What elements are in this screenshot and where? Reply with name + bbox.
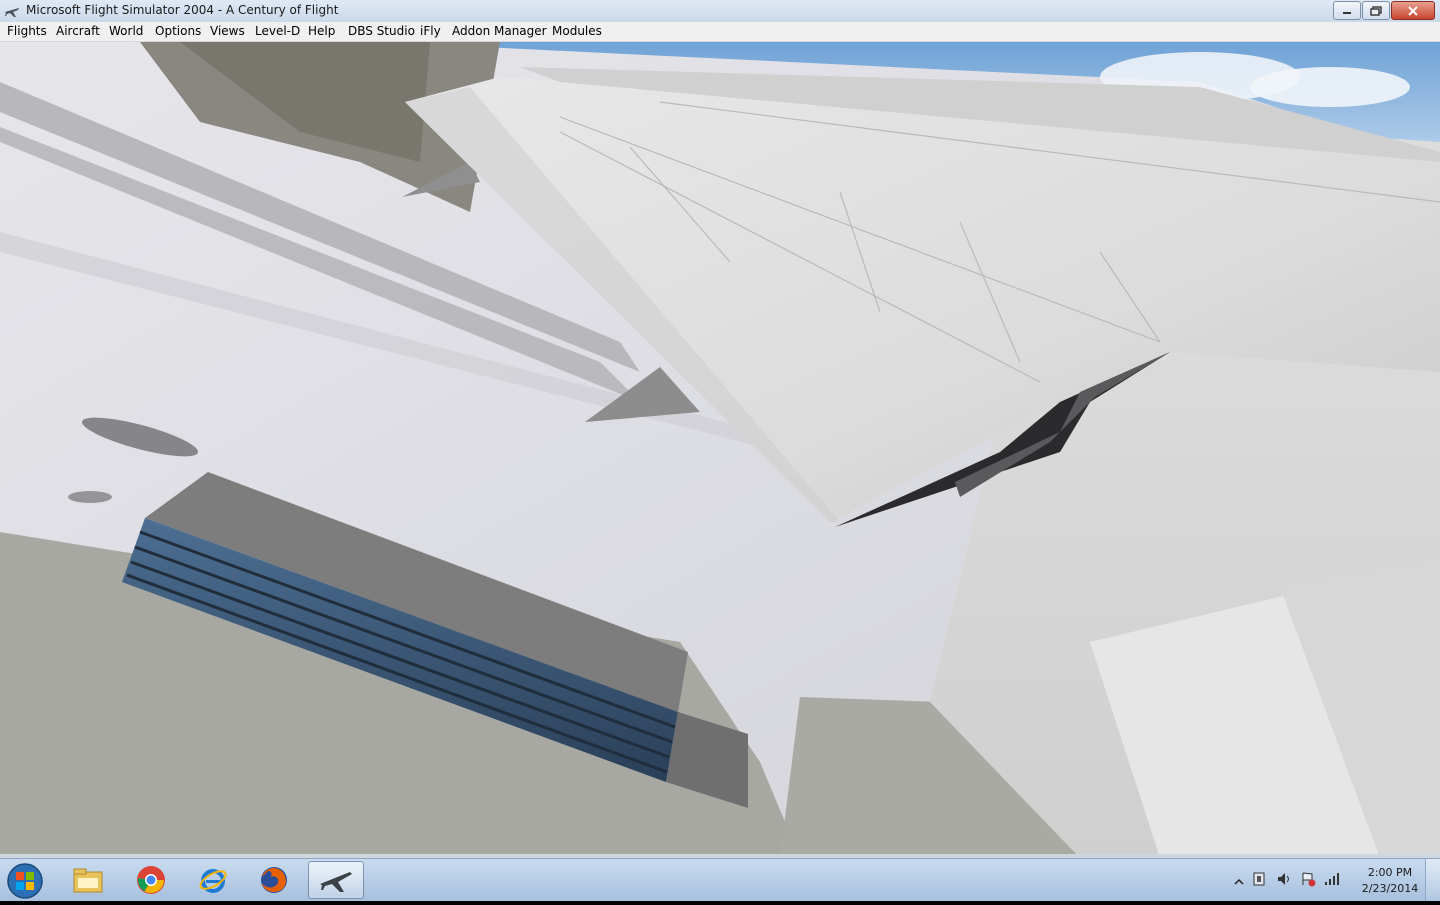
scene bbox=[0, 42, 1440, 858]
menu-ifly[interactable]: iFly bbox=[420, 24, 441, 38]
chrome-icon bbox=[137, 866, 165, 894]
flight-simulator-icon bbox=[320, 872, 352, 892]
device-tray-icon[interactable] bbox=[1252, 871, 1268, 891]
taskbar-firefox-button[interactable] bbox=[246, 861, 302, 899]
menu-help[interactable]: Help bbox=[308, 24, 335, 38]
menu-views[interactable]: Views bbox=[210, 24, 245, 38]
taskbar-flight-simulator-button[interactable] bbox=[308, 861, 364, 899]
restore-icon bbox=[1370, 5, 1382, 16]
volume-icon[interactable] bbox=[1276, 871, 1292, 891]
menu-dbs-studio[interactable]: DBS Studio bbox=[348, 24, 415, 38]
taskbar-chrome-button[interactable] bbox=[123, 861, 179, 899]
taskbar-explorer-button[interactable] bbox=[60, 861, 116, 899]
taskbar-ie-button[interactable] bbox=[185, 861, 241, 899]
system-clock[interactable]: 2:00 PM 2/23/2014 bbox=[1356, 865, 1424, 897]
taskbar: 2:00 PM 2/23/2014 bbox=[0, 858, 1440, 901]
windows-start-icon bbox=[7, 863, 43, 899]
airplane-app-icon bbox=[5, 8, 19, 17]
windows-explorer-icon bbox=[73, 868, 103, 893]
restore-button[interactable] bbox=[1362, 1, 1390, 20]
minimize-icon bbox=[1343, 11, 1351, 14]
internet-explorer-icon bbox=[199, 869, 227, 893]
menu-addon-manager[interactable]: Addon Manager bbox=[452, 24, 547, 38]
show-desktop-button[interactable] bbox=[1425, 859, 1440, 901]
system-tray bbox=[1234, 871, 1348, 891]
close-icon bbox=[1408, 5, 1418, 16]
menu-modules[interactable]: Modules bbox=[552, 24, 602, 38]
firefox-icon bbox=[261, 867, 287, 893]
menu-options[interactable]: Options bbox=[155, 24, 201, 38]
clock-time: 2:00 PM bbox=[1367, 866, 1413, 879]
show-hidden-icons-icon[interactable] bbox=[1234, 872, 1244, 891]
clock-date: 2/23/2014 bbox=[1361, 882, 1419, 895]
start-button[interactable] bbox=[5, 861, 45, 901]
menu-aircraft[interactable]: Aircraft bbox=[56, 24, 100, 38]
window-title: Microsoft Flight Simulator 2004 - A Cent… bbox=[26, 3, 339, 17]
close-button[interactable] bbox=[1391, 1, 1435, 20]
menu-bar: Flights Aircraft World Options Views Lev… bbox=[0, 22, 1440, 42]
title-bar: Microsoft Flight Simulator 2004 - A Cent… bbox=[0, 0, 1440, 23]
minimize-button[interactable] bbox=[1333, 1, 1361, 20]
menu-flights[interactable]: Flights bbox=[7, 24, 47, 38]
network-icon[interactable] bbox=[1324, 871, 1340, 891]
action-center-icon[interactable] bbox=[1300, 871, 1316, 891]
menu-level-d[interactable]: Level-D bbox=[255, 24, 300, 38]
simulator-view[interactable] bbox=[0, 42, 1440, 858]
menu-world[interactable]: World bbox=[109, 24, 143, 38]
